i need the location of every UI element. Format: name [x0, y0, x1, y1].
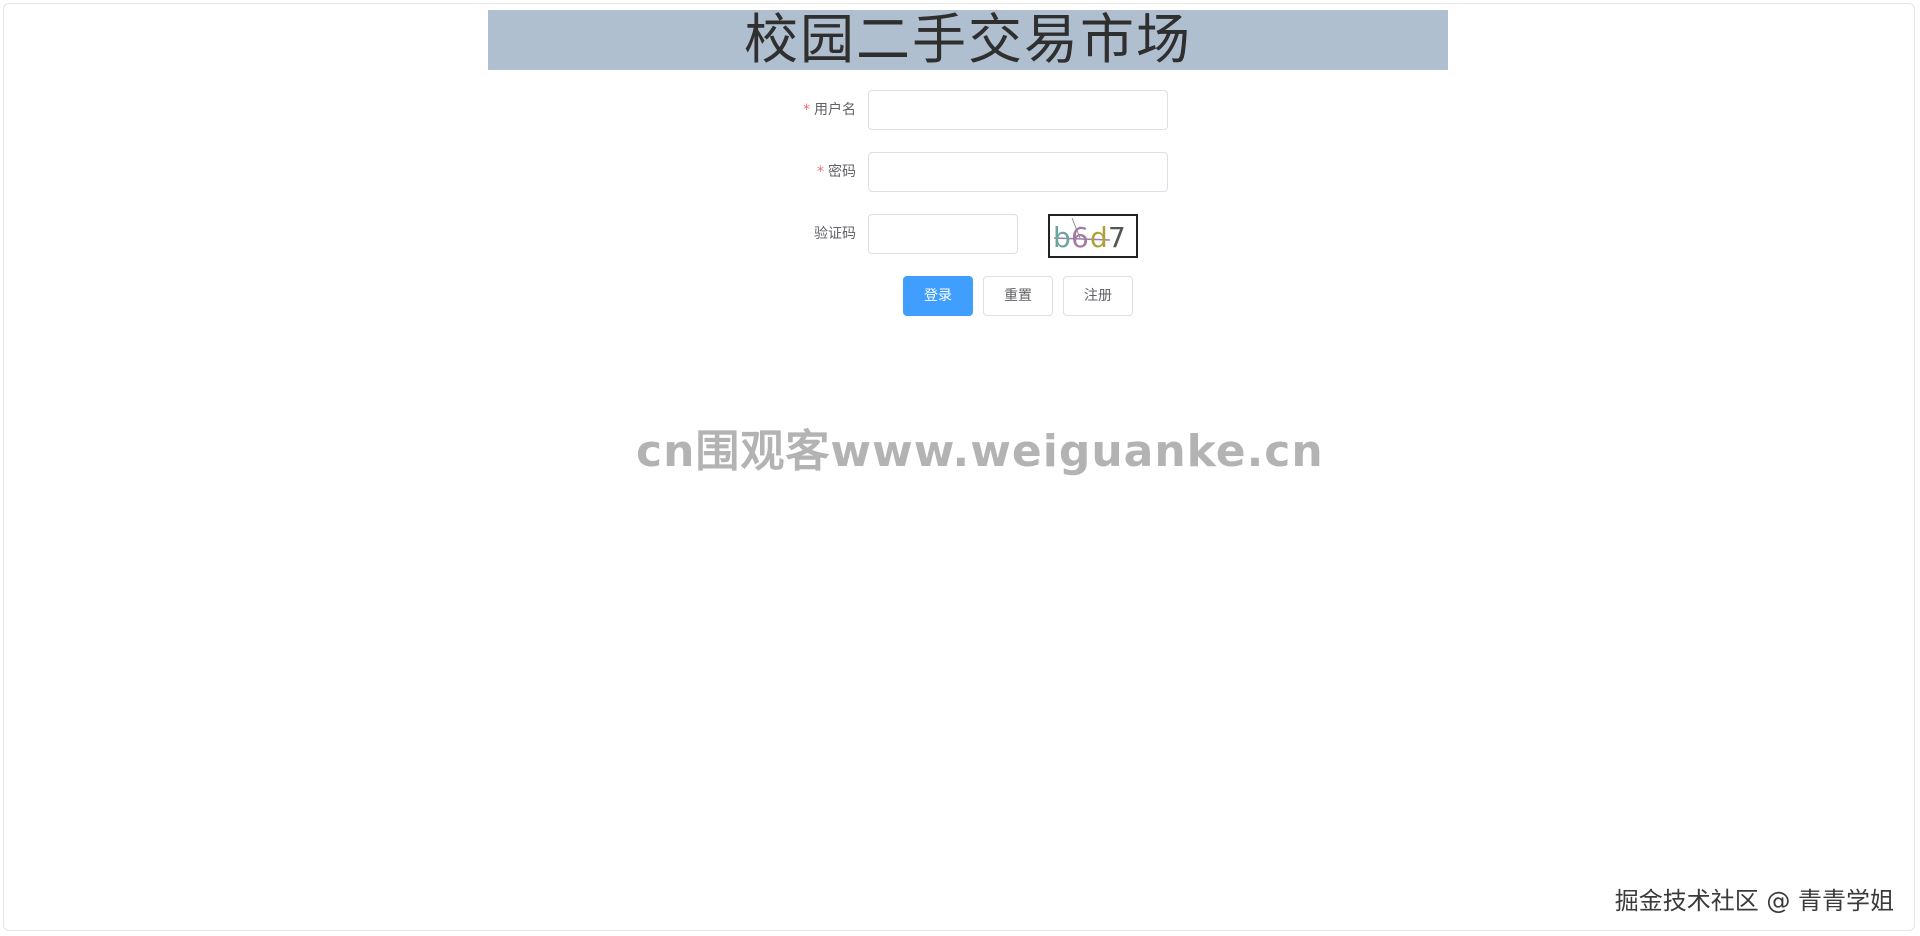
corner-watermark: 掘金技术社区 @ 青青学姐: [1614, 887, 1894, 915]
page-title: 校园二手交易市场: [744, 8, 1192, 71]
captcha-graphic: b 6 d 7: [1053, 217, 1126, 254]
captcha-char: 7: [1108, 221, 1126, 254]
username-label: * 用户名: [716, 90, 856, 130]
username-input[interactable]: [868, 90, 1168, 130]
captcha-label: 验证码: [716, 214, 856, 254]
required-mark: *: [817, 164, 824, 180]
login-button[interactable]: 登录: [903, 276, 973, 316]
captcha-input[interactable]: [868, 214, 1018, 254]
captcha-char: b: [1053, 221, 1071, 254]
password-label: * 密码: [716, 152, 856, 192]
captcha-image[interactable]: b 6 d 7: [1048, 214, 1138, 258]
captcha-char: 6: [1071, 221, 1089, 254]
reset-button[interactable]: 重置: [983, 276, 1053, 316]
center-watermark: cn围观客www.weiguanke.cn: [636, 426, 1324, 477]
captcha-label-text: 验证码: [814, 226, 856, 242]
register-button[interactable]: 注册: [1063, 276, 1133, 316]
captcha-char: d: [1090, 221, 1108, 254]
header-banner: 校园二手交易市场: [488, 10, 1448, 70]
password-input[interactable]: [868, 152, 1168, 192]
required-mark: *: [803, 102, 810, 118]
username-label-text: 用户名: [814, 102, 856, 118]
password-label-text: 密码: [828, 164, 856, 180]
